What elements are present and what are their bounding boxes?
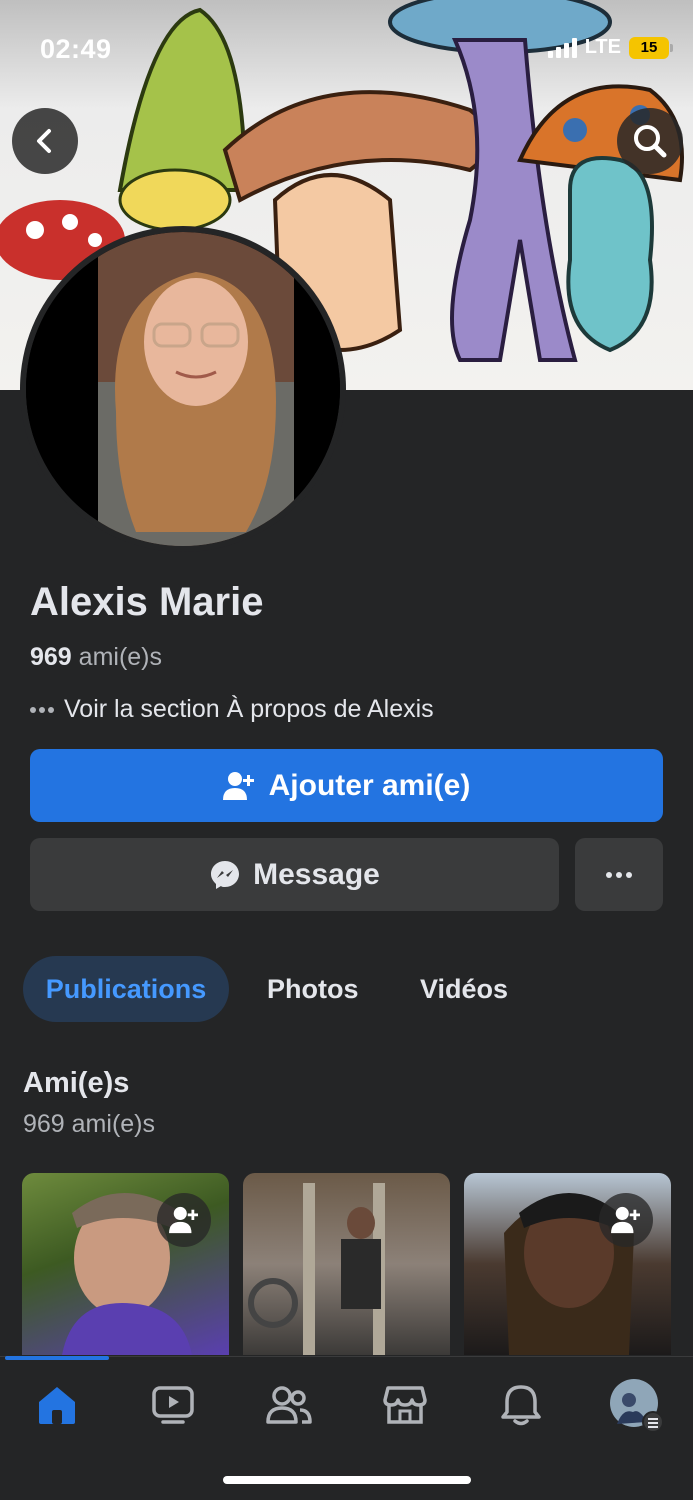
chevron-left-icon xyxy=(37,129,51,153)
friends-icon xyxy=(266,1386,312,1424)
tab-videos[interactable]: Vidéos xyxy=(420,956,508,1022)
video-icon xyxy=(152,1386,194,1424)
nav-active-indicator xyxy=(5,1356,109,1360)
signal-icon xyxy=(547,37,577,58)
network-type: LTE xyxy=(584,36,621,58)
add-friend-icon xyxy=(611,1206,640,1234)
message-label: Message xyxy=(253,857,380,891)
friend-card[interactable] xyxy=(464,1173,671,1355)
add-friend-label: Ajouter ami(e) xyxy=(268,768,471,802)
profile-menu-icon xyxy=(610,1379,663,1432)
friend-card[interactable] xyxy=(22,1173,229,1355)
friends-count-line[interactable]: 969 ami(e)s xyxy=(30,643,162,672)
about-text: Voir la section À propos de Alexis xyxy=(64,695,434,723)
profile-avatar[interactable] xyxy=(20,226,346,552)
friends-section-count: 969 ami(e)s xyxy=(23,1110,155,1138)
add-friend-icon xyxy=(222,771,254,800)
status-indicators: LTE 15 xyxy=(547,36,673,59)
more-dots-icon xyxy=(30,706,54,713)
nav-notifications[interactable] xyxy=(491,1380,551,1430)
friends-label: ami(e)s xyxy=(78,643,163,671)
add-friend-button[interactable]: Ajouter ami(e) xyxy=(30,749,663,822)
nav-marketplace[interactable] xyxy=(375,1380,435,1430)
friend-photo xyxy=(248,1183,385,1355)
home-indicator xyxy=(223,1476,471,1484)
search-button[interactable] xyxy=(617,108,683,174)
more-options-button[interactable] xyxy=(575,838,663,911)
nav-home[interactable] xyxy=(27,1380,87,1430)
bell-icon xyxy=(501,1385,541,1426)
nav-friends[interactable] xyxy=(259,1380,319,1430)
avatar-photo xyxy=(26,232,340,546)
battery-level: 15 xyxy=(640,39,658,56)
back-button[interactable] xyxy=(12,108,78,174)
friends-count: 969 xyxy=(30,643,72,671)
battery-icon: 15 xyxy=(629,36,673,59)
messenger-icon xyxy=(211,860,240,889)
message-button[interactable]: Message xyxy=(30,838,559,911)
home-icon xyxy=(39,1387,75,1424)
about-link[interactable]: Voir la section À propos de Alexis xyxy=(30,695,434,724)
add-friend-icon xyxy=(169,1206,198,1234)
tab-publications[interactable]: Publications xyxy=(23,956,229,1022)
nav-profile-menu[interactable] xyxy=(606,1379,666,1432)
add-friend-badge[interactable] xyxy=(157,1193,211,1247)
nav-video[interactable] xyxy=(143,1380,203,1430)
more-icon xyxy=(604,871,634,878)
marketplace-icon xyxy=(383,1386,427,1424)
profile-name: Alexis Marie xyxy=(30,580,264,624)
add-friend-badge[interactable] xyxy=(599,1193,653,1247)
friend-card[interactable] xyxy=(243,1173,450,1355)
tab-photos[interactable]: Photos xyxy=(267,956,359,1022)
search-icon xyxy=(634,125,667,158)
status-time: 02:49 xyxy=(40,34,112,64)
friends-section-title: Ami(e)s xyxy=(23,1067,130,1099)
